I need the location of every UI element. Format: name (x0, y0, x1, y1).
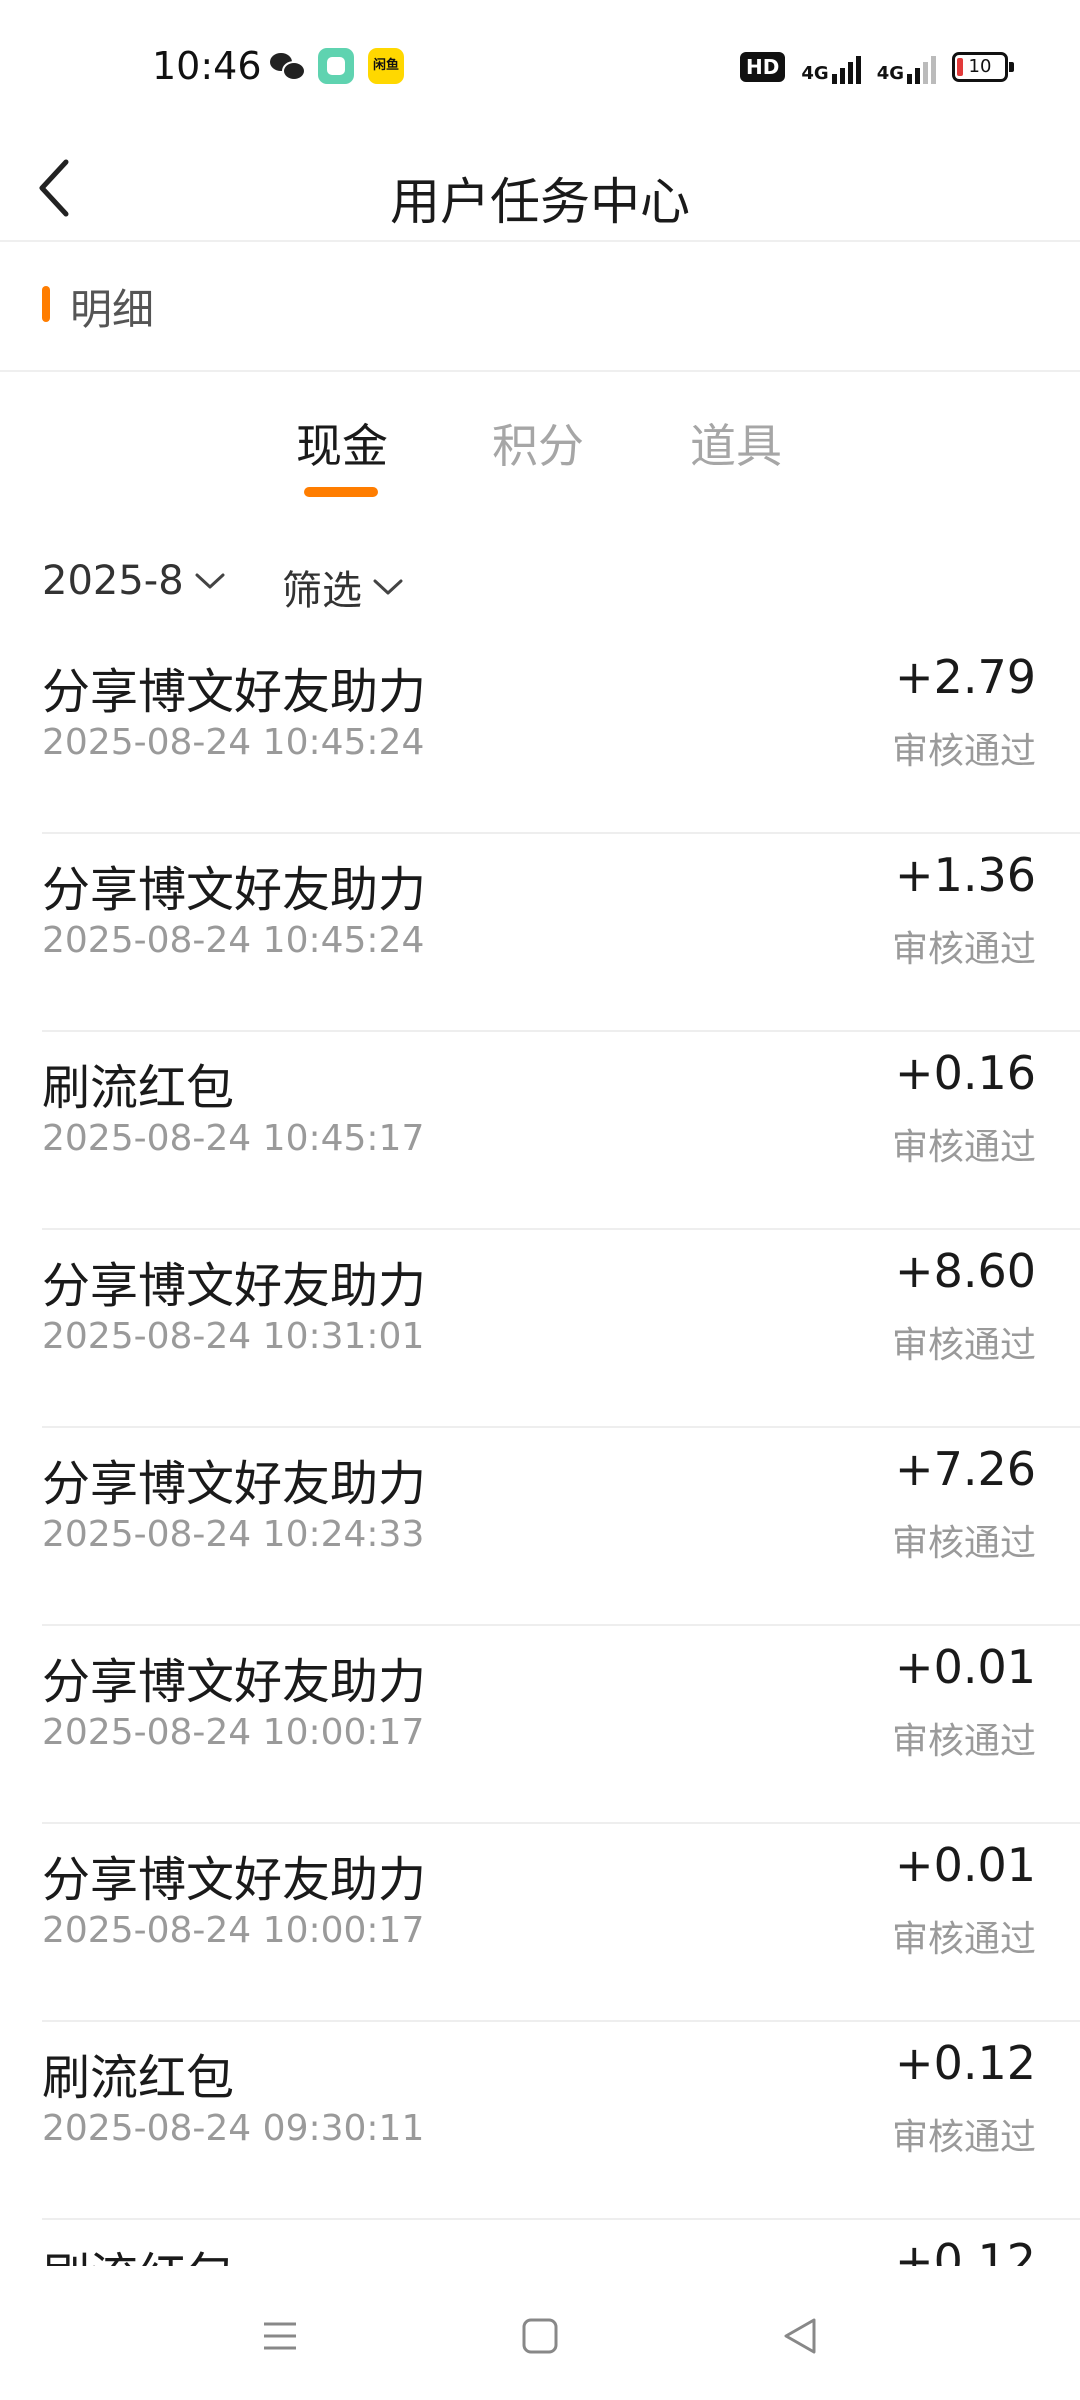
record-amount: +8.60 (895, 1244, 1036, 1298)
record-status: 审核通过 (891, 1721, 1036, 1762)
wechat-icon (268, 48, 306, 84)
list-item[interactable]: 分享博文好友助力 2025-08-24 10:45:24 +1.36 审核通过 (42, 834, 1080, 1032)
record-title: 分享博文好友助力 (42, 1258, 427, 1314)
signal-icon-1: 4G (801, 50, 861, 84)
back-triangle-icon (784, 2318, 816, 2354)
list-item[interactable]: 分享博文好友助力 2025-08-24 10:00:17 +0.01 审核通过 (42, 1824, 1080, 2022)
record-title: 分享博文好友助力 (42, 862, 427, 918)
app-header: 用户任务中心 (0, 136, 1080, 242)
record-amount: +2.79 (895, 650, 1036, 704)
signal-2-label: 4G (876, 63, 904, 84)
system-indicators: HD 4G 4G 10 (740, 50, 1014, 84)
record-title: 分享博文好友助力 (42, 1654, 427, 1710)
record-amount: +0.16 (895, 1046, 1036, 1100)
record-amount: +1.36 (895, 848, 1036, 902)
xianyu-app-icon: 闲鱼 (368, 48, 404, 84)
menu-icon (264, 2322, 296, 2350)
record-status: 审核通过 (891, 1523, 1036, 1564)
list-item[interactable]: 分享博文好友助力 2025-08-24 10:45:24 +2.79 审核通过 (42, 636, 1080, 834)
detail-section-header: 明细 (0, 242, 1080, 372)
month-value: 2025-8 (42, 558, 184, 604)
record-title: 分享博文好友助力 (42, 1852, 427, 1908)
record-amount: +0.01 (895, 1838, 1036, 1892)
hd-voice-icon: HD (740, 52, 786, 82)
record-status: 审核通过 (891, 2117, 1036, 2158)
chat-app-icon (318, 48, 354, 84)
signal-icon-2: 4G (877, 50, 936, 84)
record-status: 审核通过 (891, 1127, 1036, 1168)
record-time: 2025-08-24 10:00:17 (42, 1712, 425, 1753)
signal-1-label: 4G (801, 63, 829, 84)
record-title: 刷流红包 (42, 2236, 234, 2266)
list-item[interactable]: 分享博文好友助力 2025-08-24 10:24:33 +7.26 审核通过 (42, 1428, 1080, 1626)
battery-icon: 10 (952, 52, 1014, 82)
record-list[interactable]: 分享博文好友助力 2025-08-24 10:45:24 +2.79 审核通过 … (0, 636, 1080, 2266)
record-time: 2025-08-24 10:45:24 (42, 722, 425, 763)
record-time: 2025-08-24 10:31:01 (42, 1316, 425, 1357)
page-title: 用户任务中心 (390, 173, 690, 231)
record-time: 2025-08-24 10:00:17 (42, 1910, 425, 1951)
home-square-icon (522, 2318, 558, 2354)
back-nav-button[interactable] (770, 2306, 830, 2366)
status-time: 10:46 (152, 44, 262, 88)
filter-dropdown[interactable]: 筛选 (282, 558, 404, 616)
record-status: 审核通过 (891, 1919, 1036, 1960)
month-selector[interactable]: 2025-8 (42, 558, 226, 604)
section-accent-bar (42, 286, 50, 322)
record-amount: +0.01 (895, 1640, 1036, 1694)
list-item[interactable]: 刷流红包 2025-08-24 10:45:17 +0.16 审核通过 (42, 1032, 1080, 1230)
active-tab-indicator (304, 487, 378, 497)
list-item[interactable]: 刷流红包 2025-08-24 09:30:11 +0.12 审核通过 (42, 2022, 1080, 2220)
status-bar: 10:46 闲鱼 HD 4G 4G 10 (0, 0, 1080, 136)
record-amount: +0.12 (895, 2234, 1036, 2266)
system-navigation-bar (0, 2266, 1080, 2400)
section-title: 明细 (70, 285, 155, 334)
filter-label: 筛选 (282, 568, 362, 614)
record-amount: +0.12 (895, 2036, 1036, 2090)
record-title: 分享博文好友助力 (42, 664, 427, 720)
chevron-down-icon (373, 579, 403, 595)
filter-bar: 2025-8 筛选 (0, 550, 1080, 630)
record-title: 刷流红包 (42, 1060, 235, 1116)
record-status: 审核通过 (891, 929, 1036, 970)
tab-props[interactable]: 道具 (656, 410, 816, 476)
tab-points[interactable]: 积分 (458, 410, 618, 476)
tab-bar: 现金 积分 道具 (0, 380, 1080, 510)
list-item[interactable]: 分享博文好友助力 2025-08-24 10:00:17 +0.01 审核通过 (42, 1626, 1080, 1824)
list-item[interactable]: 刷流红包 +0.12 (42, 2220, 1080, 2266)
home-button[interactable] (510, 2306, 570, 2366)
record-status: 审核通过 (891, 731, 1036, 772)
record-time: 2025-08-24 10:24:33 (42, 1514, 425, 1555)
record-time: 2025-08-24 09:30:11 (42, 2108, 425, 2149)
record-amount: +7.26 (895, 1442, 1036, 1496)
notification-icons: 闲鱼 (268, 48, 404, 84)
record-time: 2025-08-24 10:45:17 (42, 1118, 425, 1159)
record-title: 分享博文好友助力 (42, 1456, 427, 1512)
list-item[interactable]: 分享博文好友助力 2025-08-24 10:31:01 +8.60 审核通过 (42, 1230, 1080, 1428)
chevron-down-icon (195, 573, 225, 589)
tab-cash[interactable]: 现金 (262, 410, 422, 476)
record-status: 审核通过 (891, 1325, 1036, 1366)
menu-button[interactable] (250, 2306, 310, 2366)
record-title: 刷流红包 (42, 2050, 235, 2106)
record-time: 2025-08-24 10:45:24 (42, 920, 425, 961)
